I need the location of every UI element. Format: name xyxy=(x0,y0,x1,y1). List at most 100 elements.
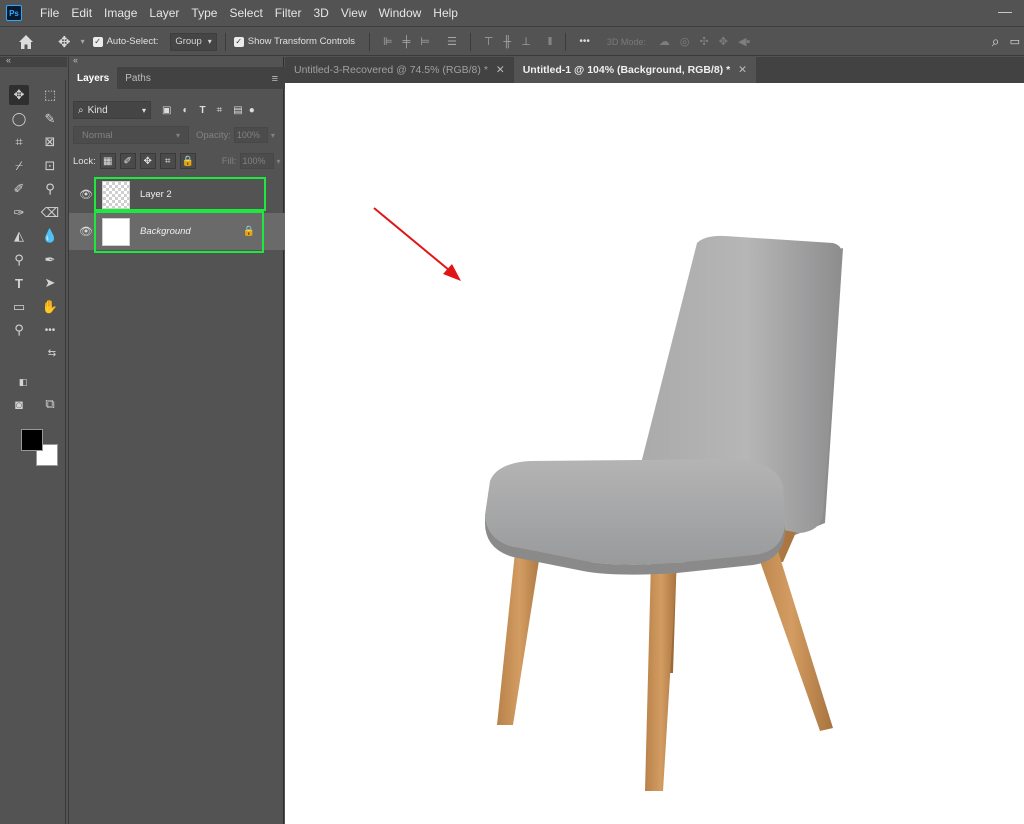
blend-mode-dropdown[interactable]: Normal ▾ xyxy=(73,126,189,144)
align-horizontal-center-icon[interactable]: ╪ xyxy=(403,36,411,48)
menu-window[interactable]: Window xyxy=(373,0,428,27)
menu-filter[interactable]: Filter xyxy=(269,0,308,27)
eye-visibility-icon[interactable]: 👁 xyxy=(76,188,96,201)
lasso-tool-icon[interactable]: ◯ xyxy=(9,109,29,129)
eraser-tool-icon[interactable]: ⌫ xyxy=(40,203,60,223)
minimize-icon[interactable]: — xyxy=(998,3,1012,19)
spot-healing-tool-icon[interactable]: ⊡ xyxy=(40,156,60,176)
align-top-icon[interactable]: ⊤ xyxy=(484,35,494,48)
document-tab-untitled-3[interactable]: Untitled-3-Recovered @ 74.5% (RGB/8) * ✕ xyxy=(285,57,514,83)
marquee-tool-icon[interactable]: ⬚ xyxy=(40,85,60,105)
collapse-icon[interactable]: « xyxy=(6,55,11,65)
filter-toggle-icon[interactable]: ● xyxy=(249,105,255,116)
menu-select[interactable]: Select xyxy=(223,0,268,27)
chevron-down-icon: ▾ xyxy=(141,105,146,115)
close-icon[interactable]: ✕ xyxy=(738,64,747,76)
smart-object-filter-icon[interactable]: ▤ xyxy=(233,105,242,116)
chair-seat xyxy=(485,459,785,565)
align-bottom-icon[interactable]: ⊥ xyxy=(521,35,531,48)
rectangle-tool-icon[interactable]: ▭ xyxy=(9,297,29,317)
distribute-horizontal-icon[interactable]: ‖ xyxy=(548,36,553,48)
lock-all-icon[interactable]: 🔒 xyxy=(179,153,196,169)
align-right-icon[interactable]: ⊨ xyxy=(420,35,430,48)
search-icon[interactable]: ⌕ xyxy=(992,33,1000,50)
more-tools-icon[interactable]: ••• xyxy=(40,320,60,340)
3d-pan-icon[interactable]: ✣ xyxy=(700,35,709,48)
separator xyxy=(565,32,567,51)
document-tabs: Untitled-3-Recovered @ 74.5% (RGB/8) * ✕… xyxy=(285,57,1024,83)
workspace-icon[interactable]: ▭ xyxy=(1010,35,1020,48)
eye-visibility-icon[interactable]: 👁 xyxy=(76,225,96,238)
pen-tool-icon[interactable]: ✒ xyxy=(40,250,60,270)
distribute-vertical-icon[interactable]: ☰ xyxy=(447,35,457,48)
crop-tool-icon[interactable]: ⌗ xyxy=(9,132,29,152)
type-filter-icon[interactable]: T xyxy=(200,105,206,116)
collapse-icon[interactable]: « xyxy=(73,55,78,65)
fill-input[interactable]: 100% xyxy=(239,153,274,169)
menu-edit[interactable]: Edit xyxy=(65,0,98,27)
paint-bucket-tool-icon[interactable]: ◭ xyxy=(9,226,29,246)
screen-mode-icon[interactable]: ⧉ xyxy=(40,394,60,414)
chevron-down-icon[interactable]: ▾ xyxy=(81,37,85,46)
foreground-color-swatch[interactable] xyxy=(21,429,43,451)
blur-tool-icon[interactable]: 💧 xyxy=(40,226,60,246)
document-canvas[interactable] xyxy=(285,83,1024,824)
3d-slide-icon[interactable]: ✥ xyxy=(719,35,728,48)
clone-stamp-tool-icon[interactable]: ⚲ xyxy=(40,179,60,199)
hand-tool-icon[interactable]: ✋ xyxy=(40,297,60,317)
menu-image[interactable]: Image xyxy=(98,0,143,27)
eyedropper-tool-icon[interactable]: ⌿ xyxy=(9,156,29,176)
path-selection-tool-icon[interactable]: ➤ xyxy=(40,273,60,293)
move-tool-icon[interactable]: ✥ xyxy=(9,85,29,105)
kind-filter-dropdown[interactable]: ⌕ Kind ▾ xyxy=(73,101,151,119)
type-tool-icon[interactable]: T xyxy=(9,273,29,293)
dodge-tool-icon[interactable]: ⚲ xyxy=(9,250,29,270)
lock-position-icon[interactable]: ✥ xyxy=(139,153,156,169)
auto-select-checkbox[interactable]: ✓ xyxy=(92,36,103,47)
chevron-down-icon[interactable]: ▾ xyxy=(271,131,275,140)
menu-file[interactable]: File xyxy=(34,0,65,27)
chevron-down-icon[interactable]: ▾ xyxy=(277,157,281,166)
auto-select-value: Group xyxy=(175,36,202,47)
home-icon[interactable] xyxy=(18,34,34,50)
3d-orbit-icon[interactable]: ☁ xyxy=(659,35,670,48)
menu-help[interactable]: Help xyxy=(427,0,464,27)
3d-roll-icon[interactable]: ◎ xyxy=(680,35,690,48)
brush-tool-icon[interactable]: ✐ xyxy=(9,179,29,199)
quick-mask-icon[interactable]: ◙ xyxy=(9,394,29,414)
lock-artboard-icon[interactable]: ⌗ xyxy=(159,153,176,169)
document-tab-untitled-1[interactable]: Untitled-1 @ 104% (Background, RGB/8) * … xyxy=(513,57,756,83)
pixel-filter-icon[interactable]: ▣ xyxy=(162,105,171,116)
frame-tool-icon[interactable]: ⊠ xyxy=(40,132,60,152)
opacity-input[interactable]: 100% xyxy=(233,127,268,143)
lock-image-pixels-icon[interactable]: ✐ xyxy=(119,153,136,169)
tools-collapse-bar[interactable]: « xyxy=(0,55,67,67)
align-left-icon[interactable]: ⊫ xyxy=(383,35,393,48)
panel-menu-icon[interactable]: ≡ xyxy=(272,73,278,85)
adjustment-filter-icon[interactable]: ◐ xyxy=(182,105,188,116)
lock-transparent-pixels-icon[interactable]: ▦ xyxy=(99,153,116,169)
separator xyxy=(368,32,370,51)
quick-select-tool-icon[interactable]: ✎ xyxy=(40,109,60,129)
close-icon[interactable]: ✕ xyxy=(496,64,505,76)
shape-filter-icon[interactable]: ⌗ xyxy=(217,105,223,116)
chevron-down-icon: ▾ xyxy=(207,37,212,46)
move-tool-icon[interactable]: ✥ xyxy=(58,33,71,51)
swap-colors-icon[interactable]: ⇆ xyxy=(42,343,62,363)
history-brush-tool-icon[interactable]: ✑ xyxy=(9,203,29,223)
3d-mode-label: 3D Mode: xyxy=(606,36,646,47)
fill-label: Fill: xyxy=(221,155,237,167)
default-colors-icon[interactable]: ◧ xyxy=(13,372,33,392)
menu-layer[interactable]: Layer xyxy=(143,0,185,27)
3d-camera-icon[interactable]: ◀▪ xyxy=(738,35,750,48)
menu-type[interactable]: Type xyxy=(185,0,223,27)
menu-3d[interactable]: 3D xyxy=(307,0,334,27)
zoom-tool-icon[interactable]: ⚲ xyxy=(9,320,29,340)
auto-select-dropdown[interactable]: Group ▾ xyxy=(170,32,217,51)
tab-paths[interactable]: Paths xyxy=(117,67,159,89)
align-vertical-center-icon[interactable]: ╫ xyxy=(503,36,511,48)
tab-layers[interactable]: Layers xyxy=(69,67,118,89)
menu-view[interactable]: View xyxy=(335,0,373,27)
show-transform-checkbox[interactable]: ✓ xyxy=(233,36,244,47)
more-options-icon[interactable]: ••• xyxy=(579,36,590,47)
